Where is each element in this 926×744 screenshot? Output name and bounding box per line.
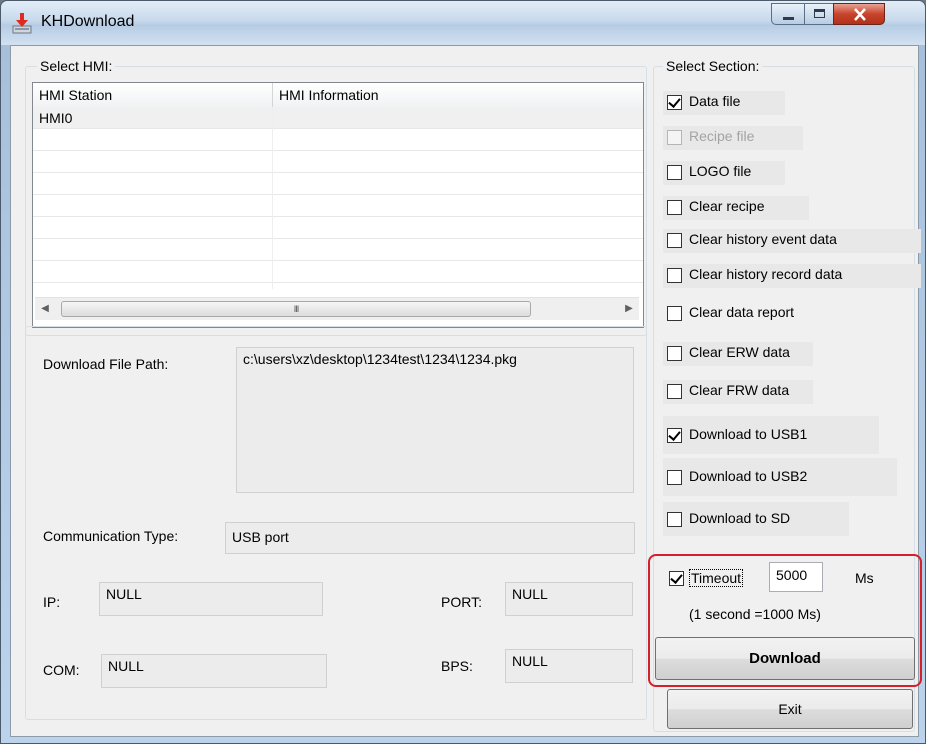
- checkbox-clear-frw-data[interactable]: Clear FRW data: [663, 380, 813, 404]
- list-header: HMI Station HMI Information: [33, 83, 643, 108]
- checkbox-data-file[interactable]: Data file: [663, 91, 785, 115]
- port-field: NULL: [505, 582, 633, 616]
- ip-field: NULL: [99, 582, 323, 616]
- column-header-hmi-information[interactable]: HMI Information: [273, 83, 643, 107]
- column-header-hmi-station[interactable]: HMI Station: [33, 83, 273, 107]
- checkbox-label: Data file: [689, 93, 741, 109]
- checkbox-unchecked-icon[interactable]: [667, 470, 682, 485]
- timeout-unit: Ms: [855, 570, 874, 586]
- horizontal-scrollbar[interactable]: ◀ III ▶: [35, 297, 639, 320]
- scroll-grip: III: [293, 304, 299, 314]
- download-app-icon: [12, 13, 32, 34]
- maximize-button[interactable]: [804, 3, 834, 25]
- checkbox-unchecked-icon[interactable]: [667, 384, 682, 399]
- close-button[interactable]: [833, 3, 885, 25]
- timeout-input[interactable]: 5000: [769, 562, 823, 592]
- exit-button[interactable]: Exit: [667, 689, 913, 729]
- select-section-legend: Select Section:: [663, 58, 763, 74]
- checkbox-unchecked-icon[interactable]: [667, 165, 682, 180]
- title-bar[interactable]: KHDownload: [1, 1, 925, 45]
- checkbox-label: Download to USB1: [689, 426, 808, 442]
- table-row: [33, 129, 643, 151]
- com-label: COM:: [43, 662, 80, 678]
- checkbox-label: Download to USB2: [689, 468, 808, 484]
- checkbox-recipe-file: Recipe file: [663, 126, 803, 150]
- table-row: [33, 261, 643, 283]
- checkbox-label: Clear history event data: [689, 231, 837, 247]
- checkbox-checked-icon[interactable]: [669, 571, 684, 586]
- checkbox-unchecked-icon[interactable]: [667, 200, 682, 215]
- port-label: PORT:: [441, 594, 482, 610]
- checkbox-unchecked-icon[interactable]: [667, 268, 682, 283]
- bps-field: NULL: [505, 649, 633, 683]
- hmi-information-cell: [273, 107, 643, 129]
- scroll-left-icon[interactable]: ◀: [35, 298, 55, 320]
- checkbox-clear-erw-data[interactable]: Clear ERW data: [663, 342, 813, 366]
- checkbox-disabled-icon: [667, 130, 682, 145]
- checkbox-unchecked-icon[interactable]: [667, 306, 682, 321]
- table-row: [33, 195, 643, 217]
- ip-label: IP:: [43, 594, 61, 610]
- checkbox-clear-history-record-data[interactable]: Clear history record data: [663, 264, 921, 288]
- checkbox-unchecked-icon[interactable]: [667, 346, 682, 361]
- scroll-thumb[interactable]: III: [61, 301, 531, 317]
- checkbox-timeout[interactable]: Timeout: [665, 569, 765, 593]
- scroll-right-icon[interactable]: ▶: [619, 298, 639, 320]
- timeout-label: Timeout: [689, 569, 744, 587]
- checkbox-download-to-sd[interactable]: Download to SD: [663, 502, 849, 536]
- com-field: NULL: [101, 654, 327, 688]
- checkbox-label: Download to SD: [689, 510, 791, 526]
- checkbox-clear-history-event-data[interactable]: Clear history event data: [663, 229, 921, 253]
- window-title: KHDownload: [41, 13, 135, 30]
- checkbox-label: Recipe file: [689, 128, 755, 144]
- bps-label: BPS:: [441, 658, 473, 674]
- communication-type-field: USB port: [225, 522, 635, 554]
- table-row[interactable]: HMI0: [33, 107, 643, 129]
- checkbox-label: LOGO file: [689, 163, 752, 179]
- checkbox-label: Clear ERW data: [689, 344, 790, 360]
- hmi-station-cell: HMI0: [39, 110, 73, 126]
- table-row: [33, 217, 643, 239]
- checkbox-checked-icon[interactable]: [667, 95, 682, 110]
- close-icon: [854, 8, 866, 21]
- checkbox-download-to-usb2[interactable]: Download to USB2: [663, 458, 897, 496]
- table-row: [33, 151, 643, 173]
- communication-type-label: Communication Type:: [43, 528, 179, 544]
- checkbox-label: Clear history record data: [689, 266, 843, 282]
- download-file-path-field: c:\users\xz\desktop\1234test\1234\1234.p…: [236, 347, 634, 493]
- timeout-note: (1 second =1000 Ms): [689, 606, 821, 622]
- minimize-button[interactable]: [771, 3, 805, 25]
- hmi-list-view[interactable]: HMI Station HMI Information HMI0 ◀ III ▶: [32, 82, 644, 328]
- checkbox-unchecked-icon[interactable]: [667, 233, 682, 248]
- checkbox-label: Clear recipe: [689, 198, 765, 214]
- checkbox-clear-data-report[interactable]: Clear data report: [663, 302, 813, 326]
- checkbox-download-to-usb1[interactable]: Download to USB1: [663, 416, 879, 454]
- download-button[interactable]: Download: [655, 637, 915, 680]
- checkbox-checked-icon[interactable]: [667, 428, 682, 443]
- checkbox-logo-file[interactable]: LOGO file: [663, 161, 785, 185]
- select-hmi-legend: Select HMI:: [37, 58, 116, 74]
- checkbox-unchecked-icon[interactable]: [667, 512, 682, 527]
- checkbox-label: Clear FRW data: [689, 382, 790, 398]
- column-divider: [272, 107, 273, 289]
- checkbox-clear-recipe[interactable]: Clear recipe: [663, 196, 809, 220]
- checkbox-label: Clear data report: [689, 304, 795, 320]
- khdownload-window: KHDownload Select HMI: HMI Station HMI I…: [0, 0, 926, 744]
- table-row: [33, 239, 643, 261]
- download-file-path-label: Download File Path:: [43, 356, 169, 372]
- table-row: [33, 173, 643, 195]
